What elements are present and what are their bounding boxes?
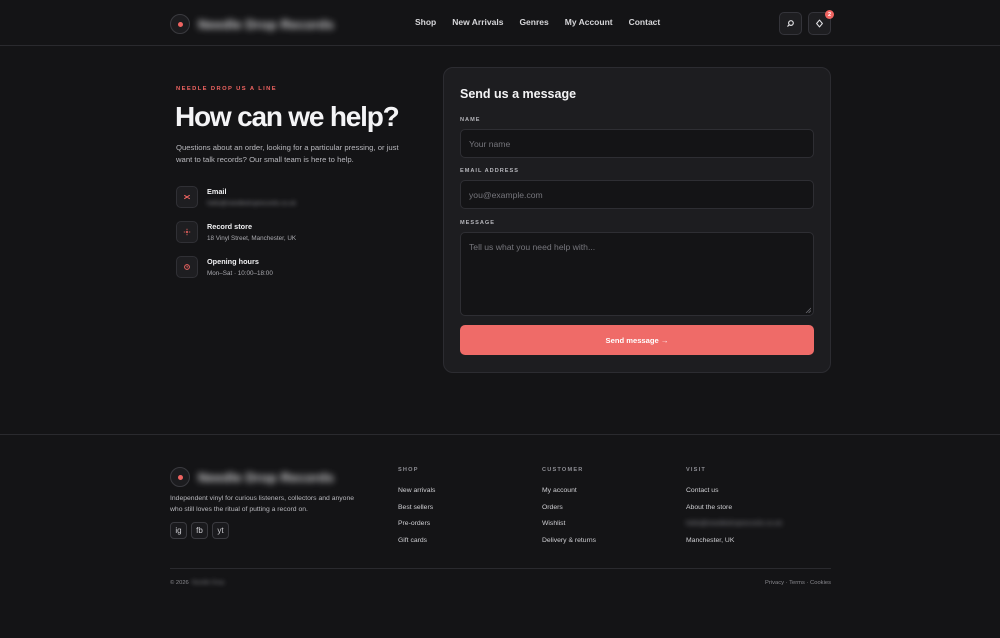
message-textarea[interactable] — [460, 232, 814, 316]
footer-store-name: Needle Drop Records — [198, 469, 335, 485]
logo[interactable]: Needle Drop Records — [170, 14, 334, 34]
footer-column-heading: CUSTOMER — [542, 467, 584, 473]
send-message-button[interactable]: Send message → — [460, 325, 814, 355]
store-name: Needle Drop Records — [198, 16, 335, 32]
footer-link[interactable]: Gift cards — [398, 537, 435, 544]
footer-link[interactable]: My account — [542, 487, 596, 494]
legal-separator: · — [785, 580, 788, 586]
footer-bottom-divider — [170, 568, 831, 569]
footer-link[interactable]: Orders — [542, 504, 596, 511]
contact-form: Send us a message NAME EMAIL ADDRESS MES… — [443, 67, 831, 373]
nav-genres[interactable]: Genres — [519, 17, 548, 27]
footer-link[interactable]: Pre-orders — [398, 520, 435, 527]
terms-link[interactable]: Terms — [789, 580, 805, 586]
info-label: Opening hours — [207, 257, 259, 266]
clock-icon — [176, 256, 198, 278]
footer-column-heading: VISIT — [686, 467, 706, 473]
nav-shop[interactable]: Shop — [415, 17, 436, 27]
legal-links: Privacy · Terms · Cookies — [765, 580, 831, 586]
footer-column-shop: SHOP New arrivals Best sellers Pre-order… — [398, 467, 435, 544]
name-input[interactable] — [460, 129, 814, 158]
footer-link[interactable]: Contact us — [686, 487, 782, 494]
footer-column-heading: SHOP — [398, 467, 419, 473]
vinyl-logo-icon — [170, 14, 190, 34]
footer-link[interactable]: Best sellers — [398, 504, 435, 511]
contact-info-store: Record store 18 Vinyl Street, Manchester… — [176, 221, 296, 243]
footer-email-link[interactable]: hello@needledroprecords.co.uk — [686, 520, 782, 527]
vinyl-logo-icon — [170, 467, 190, 487]
social-links: ig fb yt — [170, 522, 229, 539]
contact-page: Needle Drop Records Shop New Arrivals Ge… — [0, 0, 1000, 638]
footer-column-visit: VISIT Contact us About the store hello@n… — [686, 467, 782, 544]
bag-icon — [816, 19, 823, 28]
info-value[interactable]: hello@needledroprecords.co.uk — [207, 200, 296, 207]
name-label: NAME — [460, 117, 481, 123]
search-icon — [787, 20, 794, 27]
info-label: Record store — [207, 222, 253, 231]
nav-contact[interactable]: Contact — [629, 17, 661, 27]
footer-link[interactable]: About the store — [686, 504, 782, 511]
resize-handle-icon[interactable] — [805, 307, 811, 313]
footer-divider — [0, 434, 1000, 435]
copyright-name: Needle Drop — [191, 580, 225, 586]
nav-my-account[interactable]: My Account — [565, 17, 613, 27]
instagram-link[interactable]: ig — [170, 522, 187, 539]
cookies-link[interactable]: Cookies — [810, 580, 831, 586]
footer-logo[interactable]: Needle Drop Records — [170, 467, 334, 487]
footer-link[interactable]: New arrivals — [398, 487, 435, 494]
nav-new-arrivals[interactable]: New Arrivals — [452, 17, 503, 27]
message-label: MESSAGE — [460, 220, 495, 226]
site-header: Needle Drop Records Shop New Arrivals Ge… — [0, 0, 1000, 46]
copyright: © 2026 Needle Drop — [170, 580, 224, 586]
footer-description: Independent vinyl for curious listeners,… — [170, 495, 355, 513]
footer-link[interactable]: Delivery & returns — [542, 537, 596, 544]
contact-info-email: Email hello@needledroprecords.co.uk — [176, 186, 296, 208]
youtube-link[interactable]: yt — [212, 522, 229, 539]
message-wrapper — [444, 232, 832, 316]
footer-link[interactable]: Wishlist — [542, 520, 596, 527]
email-label: EMAIL ADDRESS — [460, 168, 519, 174]
cart-count-badge: 2 — [825, 10, 834, 19]
privacy-link[interactable]: Privacy — [765, 580, 784, 586]
facebook-link[interactable]: fb — [191, 522, 208, 539]
legal-separator: · — [806, 580, 809, 586]
contact-info-hours: Opening hours Mon–Sat · 10:00–18:00 — [176, 256, 273, 278]
info-label: Email — [207, 187, 227, 196]
section-eyebrow: NEEDLE DROP US A LINE — [176, 86, 278, 92]
info-value: Mon–Sat · 10:00–18:00 — [207, 270, 273, 277]
cart-button[interactable]: 2 — [808, 10, 834, 35]
footer-column-customer: CUSTOMER My account Orders Wishlist Deli… — [542, 467, 596, 544]
copyright-year: © 2026 — [170, 580, 189, 586]
main-nav: Shop New Arrivals Genres My Account Cont… — [415, 17, 676, 27]
page-description: Questions about an order, looking for a … — [176, 143, 399, 164]
footer-location: Manchester, UK — [686, 536, 735, 544]
location-icon — [176, 221, 198, 243]
page-title: How can we help? — [175, 101, 400, 132]
search-button[interactable] — [779, 12, 802, 35]
info-value: 18 Vinyl Street, Manchester, UK — [207, 235, 297, 242]
mail-icon — [176, 186, 198, 208]
form-title: Send us a message — [460, 87, 577, 101]
email-input[interactable] — [460, 180, 814, 209]
